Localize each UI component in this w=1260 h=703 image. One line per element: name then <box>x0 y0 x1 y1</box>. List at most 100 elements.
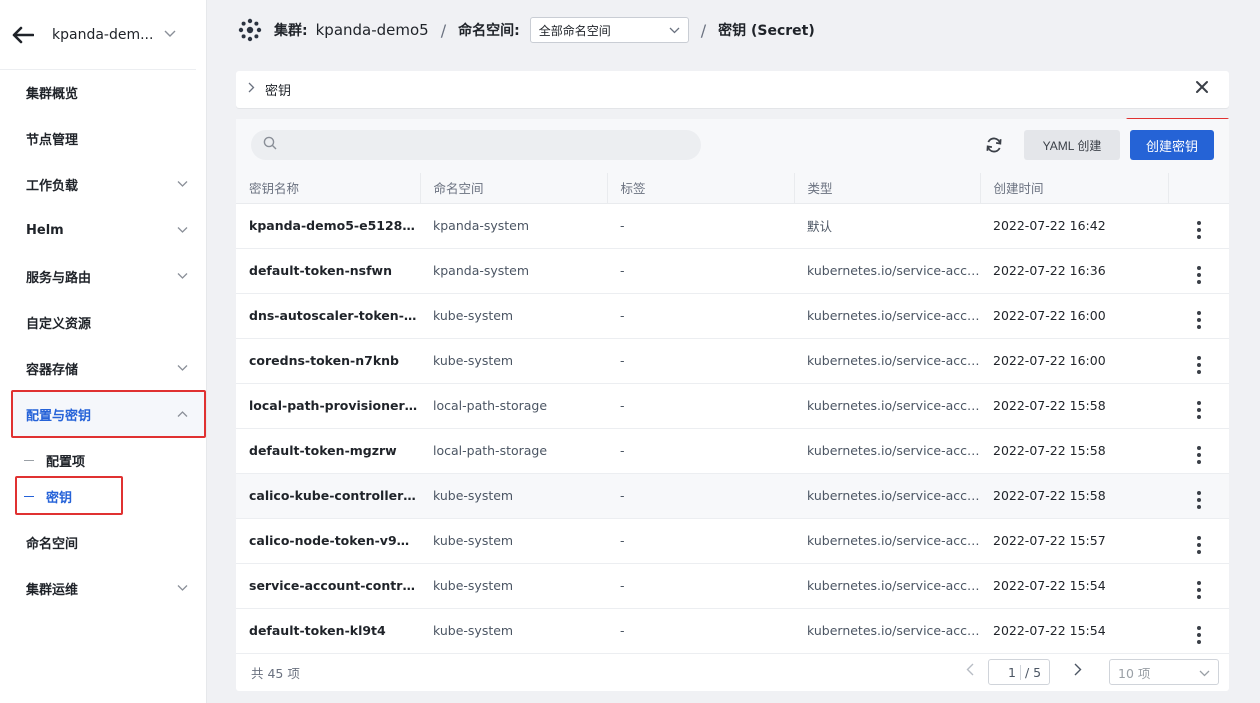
sidebar-item[interactable]: 集群概览 <box>12 69 204 115</box>
cell-time: 2022-07-22 15:54 <box>993 578 1106 593</box>
sidebar-subitem[interactable]: 配置项 <box>24 445 85 475</box>
close-icon[interactable] <box>1195 80 1209 98</box>
refresh-icon[interactable] <box>983 134 1005 156</box>
chevron-down-icon <box>177 269 188 284</box>
cell-time: 2022-07-22 15:58 <box>993 398 1106 413</box>
sidebar-item[interactable]: 工作负载 <box>12 161 204 207</box>
cell-name[interactable]: coredns-token-n7knb <box>236 338 420 383</box>
cell-namespace: local-path-storage <box>433 398 548 413</box>
chevron-right-icon[interactable] <box>1074 663 1082 680</box>
current-page[interactable]: 1 <box>989 664 1021 680</box>
sidebar-item-label: 集群概览 <box>26 86 79 102</box>
table-row[interactable]: default-token-mgzrw local-path-storage - ku… <box>236 428 1229 473</box>
cell-name[interactable]: dns-autoscaler-token-bb... <box>236 293 420 338</box>
cell-time: 2022-07-22 16:42 <box>993 218 1106 233</box>
table-row[interactable]: calico-kube-controllers-... kube-system - k… <box>236 473 1229 518</box>
page-size-select[interactable]: 10 项 <box>1109 659 1219 685</box>
create-secret-button[interactable]: 创建密钥 <box>1130 130 1214 160</box>
sidebar-item-label: 配置与密钥 <box>26 408 92 424</box>
cell-name[interactable]: default-token-nsfwn <box>236 248 420 293</box>
more-actions-icon[interactable] <box>1196 580 1201 599</box>
cluster-name: kpanda-dem... <box>52 26 152 43</box>
sidebar-item[interactable]: 命名空间 <box>12 519 204 565</box>
cell-namespace: kube-system <box>433 578 514 593</box>
cell-namespace: kpanda-system <box>433 263 530 278</box>
table-row[interactable]: coredns-token-n7knb kube-system - kubernete… <box>236 338 1229 383</box>
chevron-down-icon <box>177 177 188 192</box>
more-actions-icon[interactable] <box>1196 400 1201 419</box>
cluster-value[interactable]: kpanda-demo5 <box>316 21 429 39</box>
cell-name[interactable]: calico-kube-controllers-... <box>236 473 420 518</box>
table-row[interactable]: default-token-kl9t4 kube-system - kubernete… <box>236 608 1229 653</box>
cell-namespace: local-path-storage <box>433 443 548 458</box>
cluster-switcher[interactable]: kpanda-dem... <box>0 0 196 70</box>
sidebar-item[interactable]: 服务与路由 <box>12 253 204 299</box>
cell-actions <box>1168 383 1229 428</box>
cell-label: - <box>620 623 625 638</box>
cell-name[interactable]: kpanda-demo5-e51283... <box>236 203 420 248</box>
page-size-value: 10 项 <box>1118 665 1151 681</box>
page-input[interactable]: 1 / 5 <box>988 659 1050 685</box>
chevron-down-icon <box>177 581 188 596</box>
table-row[interactable]: service-account-controll... kube-system - k… <box>236 563 1229 608</box>
more-actions-icon[interactable] <box>1196 445 1201 464</box>
column-header[interactable]: 命名空间 <box>420 173 608 204</box>
sidebar-item[interactable]: 自定义资源 <box>12 299 204 345</box>
total-pages: / 5 <box>1025 664 1042 680</box>
cell-time: 2022-07-22 15:58 <box>993 443 1106 458</box>
filter-label: 密钥 <box>265 84 292 99</box>
cluster-logo-icon <box>236 16 264 44</box>
column-header[interactable]: 创建时间 <box>980 173 1169 204</box>
cell-actions <box>1168 518 1229 563</box>
more-actions-icon[interactable] <box>1196 265 1201 284</box>
sidebar-item-label: 命名空间 <box>26 536 79 552</box>
cell-time: 2022-07-22 15:58 <box>993 488 1106 503</box>
cell-name[interactable]: calico-node-token-v9w8x <box>236 518 420 563</box>
cell-actions <box>1168 563 1229 608</box>
search-box[interactable] <box>251 130 701 160</box>
more-actions-icon[interactable] <box>1196 535 1201 554</box>
cell-type: kubernetes.io/service-account <box>807 533 980 548</box>
sidebar-item[interactable]: 容器存储 <box>12 345 204 391</box>
search-input[interactable] <box>285 137 685 153</box>
sidebar-item[interactable]: 节点管理 <box>12 115 204 161</box>
cell-namespace: kube-system <box>433 308 514 323</box>
table-row[interactable]: kpanda-demo5-e51283... kpanda-system - 默认 20… <box>236 203 1229 248</box>
cell-name[interactable]: service-account-controll... <box>236 563 420 608</box>
column-header[interactable]: 类型 <box>794 173 981 204</box>
sidebar-item[interactable]: 配置与密钥 <box>12 391 204 437</box>
more-actions-icon[interactable] <box>1196 490 1201 509</box>
cell-namespace: kube-system <box>433 488 514 503</box>
column-header[interactable]: 密钥名称 <box>236 173 421 204</box>
table-row[interactable]: default-token-nsfwn kpanda-system - kuberne… <box>236 248 1229 293</box>
cell-name[interactable]: local-path-provisioner-s... <box>236 383 420 428</box>
table-row[interactable]: dns-autoscaler-token-bb... kube-system - ku… <box>236 293 1229 338</box>
filter-bar[interactable]: 密钥 <box>236 71 1229 108</box>
cell-name[interactable]: default-token-mgzrw <box>236 428 420 473</box>
sidebar-item[interactable]: 集群运维 <box>12 565 204 611</box>
sidebar-subitem[interactable]: 密钥 <box>24 481 72 511</box>
chevron-left-icon[interactable] <box>966 663 974 680</box>
chevron-right-icon[interactable] <box>248 82 255 97</box>
sidebar-item[interactable]: Helm <box>12 207 204 253</box>
sidebar-item-label: 容器存储 <box>26 362 79 378</box>
yaml-create-button[interactable]: YAML 创建 <box>1024 130 1120 160</box>
pagination: 共 45 项 1 / 5 10 项 <box>236 654 1229 690</box>
more-actions-icon[interactable] <box>1196 310 1201 329</box>
more-actions-icon[interactable] <box>1196 220 1201 239</box>
chevron-down-icon <box>164 27 176 42</box>
column-header[interactable]: 标签 <box>607 173 795 204</box>
cell-namespace: kpanda-system <box>433 218 530 233</box>
table-row[interactable]: calico-node-token-v9w8x kube-system - kuber… <box>236 518 1229 563</box>
back-arrow-icon[interactable] <box>10 22 36 48</box>
secret-table: 密钥名称 命名空间 标签 类型 创建时间 kpanda-demo5-e51283... k… <box>236 173 1229 654</box>
cell-name[interactable]: default-token-kl9t4 <box>236 608 420 653</box>
cell-namespace: kube-system <box>433 623 514 638</box>
more-actions-icon[interactable] <box>1196 355 1201 374</box>
more-actions-icon[interactable] <box>1196 625 1201 644</box>
namespace-select[interactable]: 全部命名空间 <box>529 17 689 43</box>
chevron-down-icon <box>177 361 188 376</box>
table-row[interactable]: local-path-provisioner-s... local-path-st… <box>236 383 1229 428</box>
sidebar: kpanda-dem... 集群概览节点管理 工作负载 Helm 服务与路由 自定义资源… <box>0 0 207 703</box>
cluster-label: 集群: <box>274 23 308 39</box>
